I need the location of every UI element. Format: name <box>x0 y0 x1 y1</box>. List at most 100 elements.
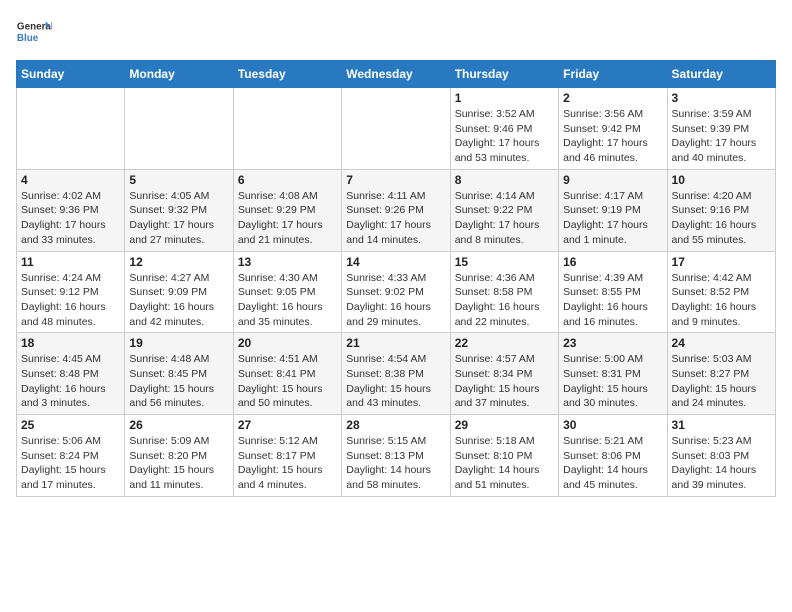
calendar-cell: 3 Sunrise: 3:59 AM Sunset: 9:39 PM Daylig… <box>667 88 775 170</box>
day-number: 11 <box>21 255 120 269</box>
calendar-cell: 9 Sunrise: 4:17 AM Sunset: 9:19 PM Daylig… <box>559 169 667 251</box>
calendar-cell <box>125 88 233 170</box>
weekday-header: Wednesday <box>342 61 450 88</box>
day-number: 15 <box>455 255 554 269</box>
day-number: 14 <box>346 255 445 269</box>
calendar-cell: 15 Sunrise: 4:36 AM Sunset: 8:58 PM Dayli… <box>450 251 558 333</box>
calendar-cell: 4 Sunrise: 4:02 AM Sunset: 9:36 PM Daylig… <box>17 169 125 251</box>
weekday-header: Thursday <box>450 61 558 88</box>
day-number: 9 <box>563 173 662 187</box>
day-number: 31 <box>672 418 771 432</box>
day-number: 16 <box>563 255 662 269</box>
calendar-cell: 10 Sunrise: 4:20 AM Sunset: 9:16 PM Dayli… <box>667 169 775 251</box>
calendar-cell: 1Sunrise: 3:52 AM Sunset: 9:46 PM Daylig… <box>450 88 558 170</box>
day-info: Sunrise: 5:21 AM Sunset: 8:06 PM Dayligh… <box>563 434 662 493</box>
calendar-cell: 14 Sunrise: 4:33 AM Sunset: 9:02 PM Dayli… <box>342 251 450 333</box>
day-number: 13 <box>238 255 337 269</box>
day-number: 23 <box>563 336 662 350</box>
calendar-cell: 24Sunrise: 5:03 AM Sunset: 8:27 PM Dayli… <box>667 333 775 415</box>
day-info: Sunrise: 4:51 AM Sunset: 8:41 PM Dayligh… <box>238 352 337 411</box>
day-number: 19 <box>129 336 228 350</box>
calendar-cell: 29 Sunrise: 5:18 AM Sunset: 8:10 PM Dayli… <box>450 415 558 497</box>
calendar-cell: 22 Sunrise: 4:57 AM Sunset: 8:34 PM Dayli… <box>450 333 558 415</box>
day-info: Sunrise: 4:27 AM Sunset: 9:09 PM Dayligh… <box>129 271 228 330</box>
day-info: Sunrise: 3:56 AM Sunset: 9:42 PM Dayligh… <box>563 107 662 166</box>
calendar-cell: 6 Sunrise: 4:08 AM Sunset: 9:29 PM Daylig… <box>233 169 341 251</box>
day-number: 30 <box>563 418 662 432</box>
day-number: 29 <box>455 418 554 432</box>
day-number: 22 <box>455 336 554 350</box>
day-number: 7 <box>346 173 445 187</box>
calendar-cell: 27 Sunrise: 5:12 AM Sunset: 8:17 PM Dayli… <box>233 415 341 497</box>
day-info: Sunrise: 3:59 AM Sunset: 9:39 PM Dayligh… <box>672 107 771 166</box>
calendar-week-row: 1Sunrise: 3:52 AM Sunset: 9:46 PM Daylig… <box>17 88 776 170</box>
calendar-cell: 16 Sunrise: 4:39 AM Sunset: 8:55 PM Dayli… <box>559 251 667 333</box>
day-number: 3 <box>672 91 771 105</box>
calendar-cell: 20 Sunrise: 4:51 AM Sunset: 8:41 PM Dayli… <box>233 333 341 415</box>
day-info: Sunrise: 4:14 AM Sunset: 9:22 PM Dayligh… <box>455 189 554 248</box>
day-info: Sunrise: 4:33 AM Sunset: 9:02 PM Dayligh… <box>346 271 445 330</box>
logo: General Blue <box>16 16 52 52</box>
day-info: Sunrise: 5:23 AM Sunset: 8:03 PM Dayligh… <box>672 434 771 493</box>
weekday-header: Sunday <box>17 61 125 88</box>
calendar-cell <box>342 88 450 170</box>
day-number: 18 <box>21 336 120 350</box>
day-number: 20 <box>238 336 337 350</box>
day-number: 17 <box>672 255 771 269</box>
day-info: Sunrise: 4:05 AM Sunset: 9:32 PM Dayligh… <box>129 189 228 248</box>
day-number: 24 <box>672 336 771 350</box>
calendar-cell: 25 Sunrise: 5:06 AM Sunset: 8:24 PM Dayli… <box>17 415 125 497</box>
calendar-week-row: 11 Sunrise: 4:24 AM Sunset: 9:12 PM Dayli… <box>17 251 776 333</box>
calendar-week-row: 25 Sunrise: 5:06 AM Sunset: 8:24 PM Dayli… <box>17 415 776 497</box>
day-info: Sunrise: 4:08 AM Sunset: 9:29 PM Dayligh… <box>238 189 337 248</box>
day-number: 5 <box>129 173 228 187</box>
day-info: Sunrise: 4:30 AM Sunset: 9:05 PM Dayligh… <box>238 271 337 330</box>
day-info: Sunrise: 4:36 AM Sunset: 8:58 PM Dayligh… <box>455 271 554 330</box>
day-info: Sunrise: 4:02 AM Sunset: 9:36 PM Dayligh… <box>21 189 120 248</box>
calendar-cell: 26 Sunrise: 5:09 AM Sunset: 8:20 PM Dayli… <box>125 415 233 497</box>
calendar-cell: 23 Sunrise: 5:00 AM Sunset: 8:31 PM Dayli… <box>559 333 667 415</box>
day-info: Sunrise: 4:11 AM Sunset: 9:26 PM Dayligh… <box>346 189 445 248</box>
day-number: 10 <box>672 173 771 187</box>
day-number: 26 <box>129 418 228 432</box>
page-header: General Blue <box>16 16 776 52</box>
day-number: 25 <box>21 418 120 432</box>
day-number: 21 <box>346 336 445 350</box>
calendar-cell: 5 Sunrise: 4:05 AM Sunset: 9:32 PM Daylig… <box>125 169 233 251</box>
calendar-cell: 8 Sunrise: 4:14 AM Sunset: 9:22 PM Daylig… <box>450 169 558 251</box>
weekday-header: Tuesday <box>233 61 341 88</box>
calendar-week-row: 4 Sunrise: 4:02 AM Sunset: 9:36 PM Daylig… <box>17 169 776 251</box>
day-info: Sunrise: 4:17 AM Sunset: 9:19 PM Dayligh… <box>563 189 662 248</box>
day-info: Sunrise: 5:09 AM Sunset: 8:20 PM Dayligh… <box>129 434 228 493</box>
day-info: Sunrise: 3:52 AM Sunset: 9:46 PM Dayligh… <box>455 107 554 166</box>
day-info: Sunrise: 4:48 AM Sunset: 8:45 PM Dayligh… <box>129 352 228 411</box>
day-info: Sunrise: 4:20 AM Sunset: 9:16 PM Dayligh… <box>672 189 771 248</box>
svg-text:Blue: Blue <box>17 33 39 44</box>
day-info: Sunrise: 4:24 AM Sunset: 9:12 PM Dayligh… <box>21 271 120 330</box>
day-number: 2 <box>563 91 662 105</box>
weekday-header: Saturday <box>667 61 775 88</box>
calendar-cell: 19 Sunrise: 4:48 AM Sunset: 8:45 PM Dayli… <box>125 333 233 415</box>
day-info: Sunrise: 4:39 AM Sunset: 8:55 PM Dayligh… <box>563 271 662 330</box>
day-info: Sunrise: 4:57 AM Sunset: 8:34 PM Dayligh… <box>455 352 554 411</box>
day-info: Sunrise: 4:54 AM Sunset: 8:38 PM Dayligh… <box>346 352 445 411</box>
calendar-cell: 30 Sunrise: 5:21 AM Sunset: 8:06 PM Dayli… <box>559 415 667 497</box>
calendar-week-row: 18 Sunrise: 4:45 AM Sunset: 8:48 PM Dayli… <box>17 333 776 415</box>
calendar-cell: 31 Sunrise: 5:23 AM Sunset: 8:03 PM Dayli… <box>667 415 775 497</box>
day-number: 12 <box>129 255 228 269</box>
day-number: 27 <box>238 418 337 432</box>
day-info: Sunrise: 5:12 AM Sunset: 8:17 PM Dayligh… <box>238 434 337 493</box>
logo-icon: General Blue <box>16 16 52 52</box>
day-info: Sunrise: 5:18 AM Sunset: 8:10 PM Dayligh… <box>455 434 554 493</box>
day-info: Sunrise: 5:00 AM Sunset: 8:31 PM Dayligh… <box>563 352 662 411</box>
calendar-cell: 11 Sunrise: 4:24 AM Sunset: 9:12 PM Dayli… <box>17 251 125 333</box>
day-number: 4 <box>21 173 120 187</box>
day-info: Sunrise: 4:45 AM Sunset: 8:48 PM Dayligh… <box>21 352 120 411</box>
day-number: 6 <box>238 173 337 187</box>
day-info: Sunrise: 5:06 AM Sunset: 8:24 PM Dayligh… <box>21 434 120 493</box>
calendar-cell: 13 Sunrise: 4:30 AM Sunset: 9:05 PM Dayli… <box>233 251 341 333</box>
calendar-cell: 12 Sunrise: 4:27 AM Sunset: 9:09 PM Dayli… <box>125 251 233 333</box>
day-number: 8 <box>455 173 554 187</box>
calendar-cell: 18 Sunrise: 4:45 AM Sunset: 8:48 PM Dayli… <box>17 333 125 415</box>
weekday-header: Friday <box>559 61 667 88</box>
